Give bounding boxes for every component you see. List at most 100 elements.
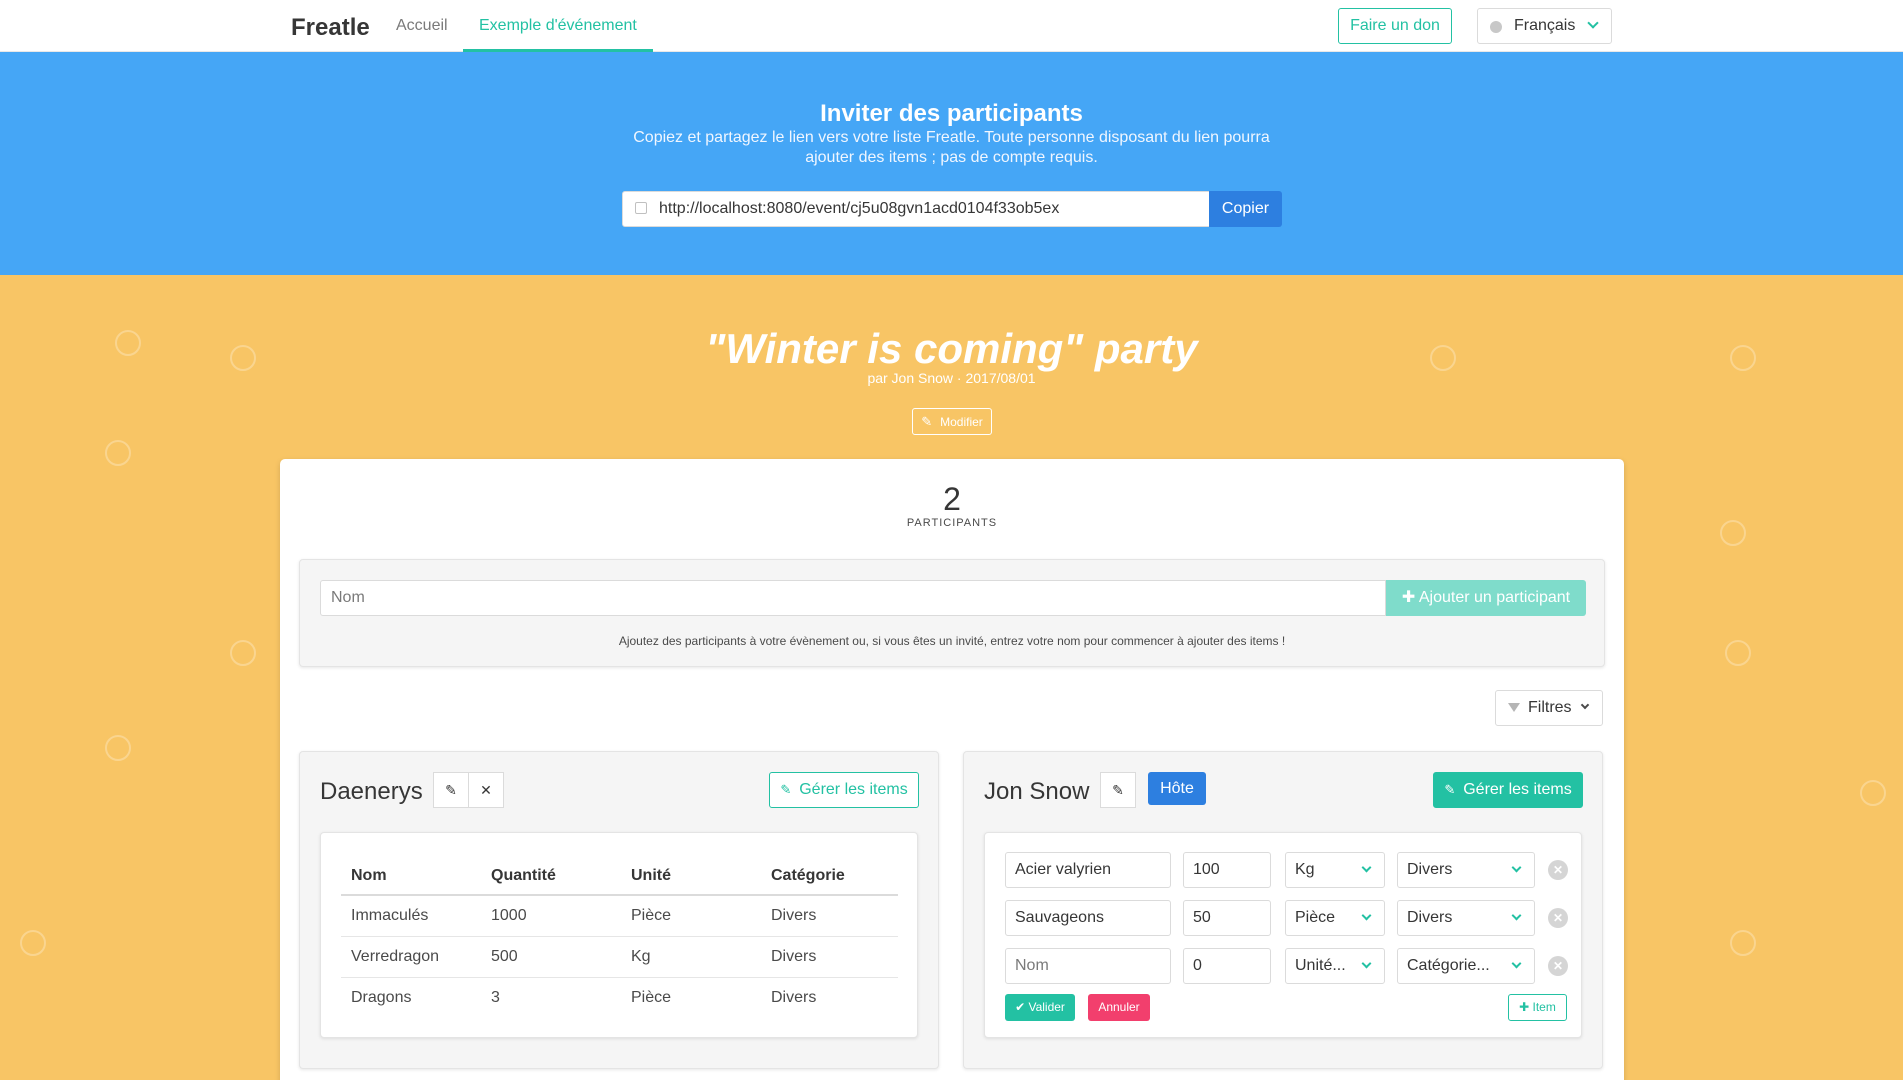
brand-logo[interactable]: Freatle bbox=[291, 14, 370, 42]
item-unit-select[interactable]: Pièce bbox=[1285, 900, 1385, 936]
table-row: Immaculés 1000 Pièce Divers bbox=[341, 895, 898, 937]
add-participant-button[interactable]: ✚ Ajouter un participant bbox=[1386, 580, 1586, 616]
participant-name: Jon Snow bbox=[984, 778, 1090, 805]
remove-item-icon[interactable]: ✕ bbox=[1548, 956, 1568, 976]
chevron-down-icon bbox=[1511, 958, 1522, 969]
invite-section: Inviter des participants Copiez et parta… bbox=[0, 52, 1903, 275]
table-cell: 1000 bbox=[481, 895, 621, 937]
globe-icon bbox=[1490, 21, 1502, 33]
category-placeholder: Catégorie... bbox=[1407, 957, 1490, 974]
validate-button[interactable]: ✔ Valider bbox=[1005, 994, 1075, 1021]
table-cell: Pièce bbox=[621, 895, 761, 937]
validate-label: Valider bbox=[1028, 1000, 1065, 1014]
host-badge: Hôte bbox=[1148, 772, 1206, 805]
unit-value: Kg bbox=[1295, 861, 1315, 878]
top-navbar: Freatle Accueil Exemple d'événement Fair… bbox=[0, 0, 1903, 52]
language-select[interactable]: Français bbox=[1477, 8, 1612, 44]
participants-card: 2 PARTICIPANTS Nom ✚ Ajouter un particip… bbox=[280, 459, 1624, 1080]
table-row: Verredragon 500 Kg Divers bbox=[341, 936, 898, 978]
chevron-down-icon bbox=[1587, 17, 1599, 29]
nav-link-example-event[interactable]: Exemple d'événement bbox=[463, 0, 653, 52]
remove-item-icon[interactable]: ✕ bbox=[1548, 860, 1568, 880]
add-item-button[interactable]: ✚ Item bbox=[1508, 994, 1567, 1021]
items-table: Nom Quantité Unité Catégorie Immaculés 1… bbox=[341, 857, 898, 1018]
pencil-icon: ✎ bbox=[1112, 782, 1124, 798]
new-item-unit-select[interactable]: Unité... bbox=[1285, 948, 1385, 984]
category-value: Divers bbox=[1407, 861, 1453, 878]
check-icon: ✔ bbox=[1015, 1000, 1029, 1014]
column-header: Catégorie bbox=[761, 857, 898, 896]
manage-items-button[interactable]: ✎ Gérer les items bbox=[769, 772, 919, 808]
share-link-value: http://localhost:8080/event/cj5u08gvn1ac… bbox=[659, 200, 1060, 217]
pencil-icon: ✎ bbox=[1444, 782, 1456, 797]
chevron-down-icon bbox=[1361, 862, 1372, 873]
table-cell: Pièce bbox=[631, 988, 672, 1006]
category-value: Divers bbox=[1407, 909, 1453, 926]
new-item-name-input[interactable]: Nom bbox=[1005, 948, 1171, 984]
copy-button[interactable]: Copier bbox=[1209, 191, 1282, 227]
participant-panel-daenerys: Daenerys ✎ ✕ ✎ Gérer les items Nom Quanti… bbox=[299, 751, 939, 1069]
filters-dropdown[interactable]: Filtres bbox=[1495, 690, 1603, 726]
manage-items-label: Gérer les items bbox=[1463, 781, 1572, 798]
background-pattern bbox=[105, 735, 131, 761]
new-item-quantity-input[interactable]: 0 bbox=[1183, 948, 1271, 984]
close-icon: ✕ bbox=[480, 782, 492, 798]
language-label: Français bbox=[1514, 17, 1576, 34]
participant-name-input[interactable]: Nom bbox=[320, 580, 1386, 616]
modify-label: Modifier bbox=[940, 415, 983, 429]
add-item-label: Item bbox=[1532, 1000, 1556, 1014]
table-row: Dragons 3 Pièce Divers bbox=[341, 977, 898, 1018]
item-name-input[interactable]: Acier valyrien bbox=[1005, 852, 1171, 888]
external-link-icon bbox=[635, 202, 647, 214]
add-participant-box: Nom ✚ Ajouter un participant Ajoutez des… bbox=[299, 559, 1605, 667]
cancel-button[interactable]: Annuler bbox=[1088, 994, 1150, 1021]
items-editor-box: Acier valyrien 100 Kg Divers ✕ Sauvageon… bbox=[984, 832, 1582, 1038]
event-title: "Winter is coming" party bbox=[705, 325, 1198, 372]
pencil-icon: ✎ bbox=[780, 782, 792, 797]
table-cell: 500 bbox=[481, 936, 621, 978]
item-quantity-input[interactable]: 100 bbox=[1183, 852, 1271, 888]
background-pattern bbox=[105, 440, 131, 466]
item-category-select[interactable]: Divers bbox=[1397, 900, 1535, 936]
add-participant-hint: Ajoutez des participants à votre évèneme… bbox=[618, 634, 1286, 648]
table-cell: Immaculés bbox=[341, 895, 481, 937]
item-category-select[interactable]: Divers bbox=[1397, 852, 1535, 888]
item-name-input[interactable]: Sauvageons bbox=[1005, 900, 1171, 936]
chevron-down-icon bbox=[1361, 958, 1372, 969]
item-unit-select[interactable]: Kg bbox=[1285, 852, 1385, 888]
participant-count: 2 bbox=[943, 481, 961, 517]
edit-participant-button[interactable]: ✎ bbox=[433, 772, 469, 808]
participant-panel-jon-snow: Jon Snow ✎ Hôte ✎ Gérer les items Acier v… bbox=[963, 751, 1603, 1069]
table-header-row: Nom Quantité Unité Catégorie bbox=[341, 857, 898, 896]
table-cell: Divers bbox=[771, 988, 817, 1006]
table-cell: Divers bbox=[761, 936, 898, 978]
background-pattern bbox=[1720, 520, 1746, 546]
background-pattern bbox=[1730, 930, 1756, 956]
event-meta: par Jon Snow · 2017/08/01 bbox=[867, 370, 1036, 386]
unit-placeholder: Unité... bbox=[1295, 957, 1346, 974]
item-quantity-input[interactable]: 50 bbox=[1183, 900, 1271, 936]
invite-description: Copiez et partagez le lien vers votre li… bbox=[633, 129, 1270, 166]
column-header: Quantité bbox=[481, 857, 621, 896]
share-link-input[interactable]: http://localhost:8080/event/cj5u08gvn1ac… bbox=[622, 191, 1210, 227]
background-pattern bbox=[1860, 780, 1886, 806]
donate-button[interactable]: Faire un don bbox=[1338, 8, 1452, 44]
participant-name: Daenerys bbox=[320, 778, 423, 805]
plus-icon: ✚ bbox=[1519, 1000, 1533, 1014]
filter-icon bbox=[1508, 703, 1520, 712]
new-item-category-select[interactable]: Catégorie... bbox=[1397, 948, 1535, 984]
chevron-down-icon bbox=[1511, 862, 1522, 873]
chevron-down-icon bbox=[1580, 700, 1590, 710]
modify-event-button[interactable]: ✎ Modifier bbox=[912, 408, 992, 435]
delete-participant-button[interactable]: ✕ bbox=[468, 772, 504, 808]
pencil-icon: ✎ bbox=[445, 782, 457, 798]
edit-participant-button[interactable]: ✎ bbox=[1100, 772, 1136, 808]
remove-item-icon[interactable]: ✕ bbox=[1548, 908, 1568, 928]
table-cell: Divers bbox=[761, 895, 898, 937]
column-header: Unité bbox=[621, 857, 761, 896]
items-table-box: Nom Quantité Unité Catégorie Immaculés 1… bbox=[320, 832, 918, 1038]
manage-items-button[interactable]: ✎ Gérer les items bbox=[1433, 772, 1583, 808]
unit-value: Pièce bbox=[1295, 909, 1336, 926]
filters-label: Filtres bbox=[1528, 699, 1572, 716]
nav-link-home[interactable]: Accueil bbox=[380, 0, 464, 52]
